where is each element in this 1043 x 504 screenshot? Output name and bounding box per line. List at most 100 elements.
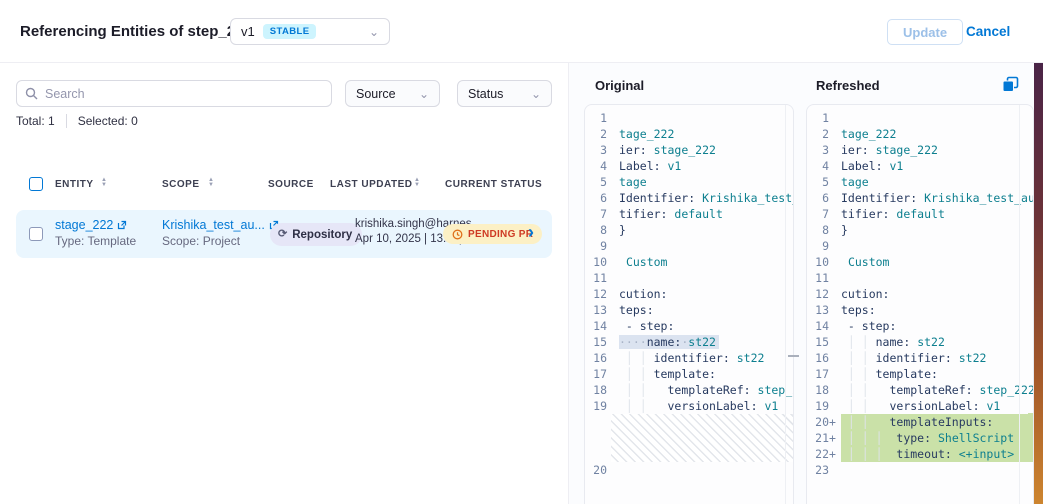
added-line-marker: [607, 174, 615, 190]
code-line: 12cution:: [807, 286, 1033, 302]
added-line-marker: [829, 302, 837, 318]
line-content: [841, 238, 1033, 254]
refreshed-panel-title: Refreshed: [816, 78, 880, 93]
cancel-button[interactable]: Cancel: [966, 24, 1010, 39]
chevron-right-icon[interactable]: ›: [528, 222, 534, 243]
sort-icon-entity[interactable]: ▲ ▼: [101, 178, 107, 187]
search-box[interactable]: [16, 80, 332, 107]
entity-name-link[interactable]: stage_222: [55, 218, 113, 232]
code-line: 4Label: v1: [585, 158, 793, 174]
added-line-marker: [829, 158, 837, 174]
line-content: ····name:·st22: [619, 334, 793, 350]
code-line: 3ier: stage_222: [807, 142, 1033, 158]
scrollbar-lane[interactable]: [1019, 105, 1020, 504]
line-content: │ │ template:: [619, 366, 793, 382]
line-content: │ │ templateRef: step_222: [619, 382, 793, 398]
code-line: 19 │ │ versionLabel: v1: [807, 398, 1033, 414]
added-line-marker: [607, 126, 615, 142]
code-line: 20: [585, 462, 793, 478]
repository-icon: ⟳: [278, 229, 287, 240]
line-number: 18: [585, 382, 607, 398]
line-content: tage_222: [619, 126, 793, 142]
line-content: │ │ identifier: st22: [841, 350, 1033, 366]
code-line: 7tifier: default: [585, 206, 793, 222]
sort-down-icon: ▼: [208, 183, 214, 188]
line-content: [619, 238, 793, 254]
line-content: tage_222: [841, 126, 1033, 142]
scope-type: Scope: Project: [162, 234, 279, 248]
added-line-marker: [829, 398, 837, 414]
code-line: 11: [807, 270, 1033, 286]
line-content: }: [619, 222, 793, 238]
select-all-checkbox[interactable]: [29, 177, 43, 191]
added-line-marker: [607, 206, 615, 222]
line-content: Label: v1: [841, 158, 1033, 174]
added-line-marker: [829, 286, 837, 302]
totals-row: Total: 1 Selected: 0: [16, 114, 138, 128]
search-input[interactable]: [45, 87, 323, 101]
refreshed-code-editor[interactable]: 12 tage_2223ier: stage_2224 Label: v15tage…: [806, 104, 1034, 504]
added-line-marker: [829, 366, 837, 382]
status-filter-label: Status: [468, 87, 503, 101]
added-line-marker: [829, 174, 837, 190]
added-line-marker: +: [829, 430, 837, 446]
added-line-marker: [607, 110, 615, 126]
scrollbar-lane[interactable]: [785, 105, 786, 504]
code-line: 5tage: [807, 174, 1033, 190]
column-header-entity: ENTITY: [55, 179, 94, 190]
added-line-marker: [829, 110, 837, 126]
code-line: 1: [585, 110, 793, 126]
update-button[interactable]: Update: [887, 19, 963, 45]
line-content: - step:: [619, 318, 793, 334]
code-line: 18 │ │ templateRef: step_222: [585, 382, 793, 398]
line-number: 14: [807, 318, 829, 334]
code-line: 23: [807, 462, 1033, 478]
code-line: 11: [585, 270, 793, 286]
line-content: tage: [841, 174, 1033, 190]
code-line: 7tifier: default: [807, 206, 1033, 222]
added-line-marker: [829, 350, 837, 366]
line-content: Custom: [619, 254, 793, 270]
code-line: 9: [807, 238, 1033, 254]
entity-type: Type: Template: [55, 234, 136, 248]
diff-sash-handle[interactable]: [788, 355, 799, 357]
external-link-icon[interactable]: [117, 220, 127, 230]
original-code-editor[interactable]: 12tage_2223ier: stage_2224Label: v15tage…: [584, 104, 794, 504]
line-content: }: [841, 222, 1033, 238]
line-content: │ │ versionLabel: v1: [841, 398, 1033, 414]
table-row[interactable]: stage_222 Type: Template Krishika_test_a…: [16, 210, 552, 258]
added-line-marker: [607, 238, 615, 254]
line-content: [841, 270, 1033, 286]
scope-cell: Krishika_test_au... Scope: Project: [162, 218, 279, 248]
status-filter-dropdown[interactable]: Status ⌄: [457, 80, 552, 107]
line-number: 4: [585, 158, 607, 174]
scope-name-link[interactable]: Krishika_test_au...: [162, 218, 265, 232]
sort-icon-scope[interactable]: ▲ ▼: [208, 178, 214, 187]
search-icon: [25, 87, 38, 100]
row-checkbox[interactable]: [29, 227, 43, 241]
code-line: 2tage_222: [585, 126, 793, 142]
version-select[interactable]: v1 STABLE ⌄: [230, 18, 390, 45]
copy-icon[interactable]: [1002, 76, 1019, 93]
line-number: 3: [807, 142, 829, 158]
line-number: 12: [585, 286, 607, 302]
column-header-current-status: CURRENT STATUS: [445, 179, 542, 190]
added-line-marker: [607, 302, 615, 318]
code-line: 17 │ │ template:: [807, 366, 1033, 382]
line-content: [619, 462, 793, 478]
added-line-marker: +: [829, 414, 837, 430]
source-filter-dropdown[interactable]: Source ⌄: [345, 80, 440, 107]
line-number: 4: [807, 158, 829, 174]
added-line-marker: [829, 126, 837, 142]
line-number: 7: [807, 206, 829, 222]
line-number: 15: [585, 334, 607, 350]
sort-icon-last-updated[interactable]: ▲ ▼: [414, 178, 420, 187]
added-line-marker: [607, 286, 615, 302]
line-number: 12: [807, 286, 829, 302]
added-line-marker: [607, 366, 615, 382]
page-title: Referencing Entities of step_222: [20, 23, 252, 40]
line-number: 11: [807, 270, 829, 286]
source-filter-label: Source: [356, 87, 396, 101]
added-line-marker: [829, 190, 837, 206]
code-line: 22+ │ │ │ timeout: <+input>: [807, 446, 1033, 462]
